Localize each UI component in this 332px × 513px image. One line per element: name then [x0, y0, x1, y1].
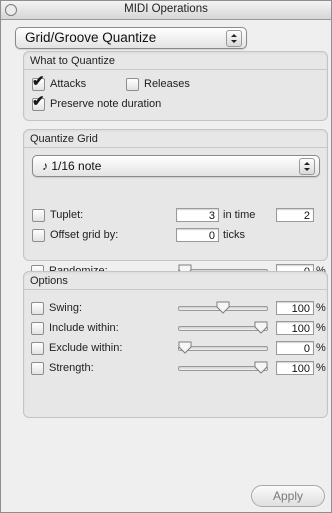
option-label: Swing:: [49, 302, 83, 314]
grid-value-popup[interactable]: ♪ 1/16 note: [32, 155, 320, 177]
attacks-label: Attacks: [50, 78, 87, 90]
tuplet-count-field[interactable]: 3: [176, 208, 219, 222]
offset-ticks-field[interactable]: 0: [176, 228, 219, 242]
option-slider[interactable]: [178, 301, 268, 315]
option-checkbox[interactable]: Swing:: [31, 301, 171, 317]
title-bar[interactable]: MIDI Operations: [1, 1, 331, 20]
option-check-box[interactable]: [31, 302, 44, 315]
what-to-quantize-group: What to Quantize ✔ Attacks Releases ✔ Pr…: [23, 51, 328, 121]
releases-label: Releases: [144, 78, 190, 90]
option-unit: %: [316, 342, 326, 354]
group-divider: [24, 289, 327, 290]
releases-check-box[interactable]: [126, 78, 139, 91]
option-check-box[interactable]: [31, 342, 44, 355]
slider-thumb[interactable]: [178, 341, 192, 354]
apply-button[interactable]: Apply: [251, 485, 325, 507]
offset-check-box[interactable]: [32, 229, 45, 242]
option-unit: %: [316, 362, 326, 374]
in-time-field[interactable]: 2: [276, 208, 314, 222]
option-slider[interactable]: [178, 341, 268, 355]
checkmark-icon: ✔: [32, 73, 45, 90]
checkmark-icon: ✔: [32, 93, 45, 110]
preserve-duration-checkbox[interactable]: ✔ Preserve note duration: [32, 94, 232, 113]
quantize-grid-group: Quantize Grid ♪ 1/16 note Tuplet: 3 in t…: [23, 129, 328, 261]
option-label: Exclude within:: [49, 342, 123, 354]
grid-value-text: 1/16 note: [51, 159, 102, 173]
offset-label: Offset grid by:: [50, 229, 119, 241]
slider-thumb[interactable]: [254, 361, 268, 374]
group-divider: [24, 147, 327, 148]
quantize-grid-heading: Quantize Grid: [30, 133, 98, 145]
option-checkbox[interactable]: Exclude within:: [31, 341, 171, 357]
option-label: Include within:: [49, 322, 119, 334]
up-down-arrows-icon: [226, 30, 242, 47]
tuplet-label: Tuplet:: [50, 209, 84, 221]
option-checkbox[interactable]: Include within:: [31, 321, 171, 337]
grid-value-label: ♪ 1/16 note: [42, 159, 101, 173]
option-value-field[interactable]: 0: [276, 341, 314, 355]
preserve-check-box[interactable]: ✔: [32, 94, 45, 111]
option-unit: %: [316, 322, 326, 334]
ticks-label: ticks: [223, 229, 245, 241]
option-check-box[interactable]: [31, 322, 44, 335]
tuplet-checkbox[interactable]: Tuplet:: [32, 208, 162, 224]
option-unit: %: [316, 302, 326, 314]
option-value-field[interactable]: 100: [276, 361, 314, 375]
releases-checkbox[interactable]: Releases: [126, 77, 216, 93]
options-heading: Options: [30, 275, 68, 287]
slider-thumb[interactable]: [254, 321, 268, 334]
tuplet-check-box[interactable]: [32, 209, 45, 222]
option-checkbox[interactable]: Strength:: [31, 361, 171, 377]
group-divider: [24, 69, 327, 70]
preserve-label: Preserve note duration: [50, 98, 162, 110]
attacks-check-box[interactable]: ✔: [32, 74, 45, 91]
eighth-note-icon: ♪: [42, 159, 48, 173]
option-slider[interactable]: [178, 361, 268, 375]
option-slider[interactable]: [178, 321, 268, 335]
attacks-checkbox[interactable]: ✔ Attacks: [32, 74, 122, 93]
window-title: MIDI Operations: [124, 3, 208, 15]
in-time-label: in time: [223, 209, 256, 221]
offset-grid-checkbox[interactable]: Offset grid by:: [32, 228, 172, 244]
what-to-quantize-heading: What to Quantize: [30, 55, 115, 67]
operation-popup[interactable]: Grid/Groove Quantize: [15, 27, 247, 49]
option-check-box[interactable]: [31, 362, 44, 375]
option-value-field[interactable]: 100: [276, 301, 314, 315]
up-down-arrows-icon: [299, 158, 315, 175]
option-label: Strength:: [49, 362, 94, 374]
midi-operations-window: MIDI Operations Grid/Groove Quantize Wha…: [0, 0, 332, 513]
option-value-field[interactable]: 100: [276, 321, 314, 335]
operation-popup-label: Grid/Groove Quantize: [25, 30, 157, 45]
slider-thumb[interactable]: [216, 301, 230, 314]
